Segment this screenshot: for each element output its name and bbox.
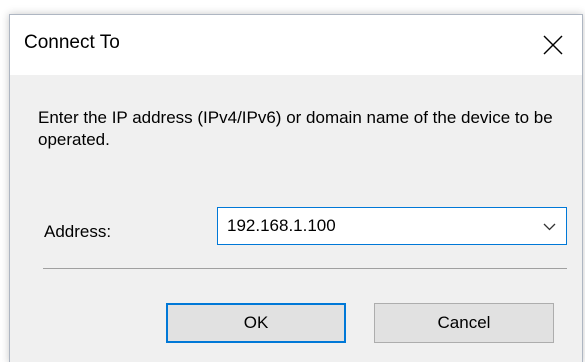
- address-combobox[interactable]: 192.168.1.100: [217, 207, 567, 245]
- address-input[interactable]: 192.168.1.100: [227, 216, 336, 236]
- separator-line: [43, 268, 567, 269]
- address-label: Address:: [44, 222, 112, 241]
- title-bar: Connect To: [10, 15, 582, 75]
- dialog-body: Enter the IP address (IPv4/IPv6) or doma…: [10, 75, 582, 362]
- cancel-button[interactable]: Cancel: [374, 303, 554, 343]
- address-dropdown-button[interactable]: [532, 208, 566, 244]
- close-button[interactable]: [526, 15, 582, 75]
- ok-button[interactable]: OK: [166, 303, 346, 343]
- connect-to-dialog: Connect To Enter the IP address (IPv4/IP…: [9, 14, 583, 362]
- close-icon: [543, 35, 563, 55]
- screen: Connect To Enter the IP address (IPv4/IP…: [0, 0, 585, 362]
- dialog-title: Connect To: [24, 32, 120, 53]
- chevron-down-icon: [543, 223, 556, 231]
- instruction-text: Enter the IP address (IPv4/IPv6) or doma…: [38, 108, 553, 149]
